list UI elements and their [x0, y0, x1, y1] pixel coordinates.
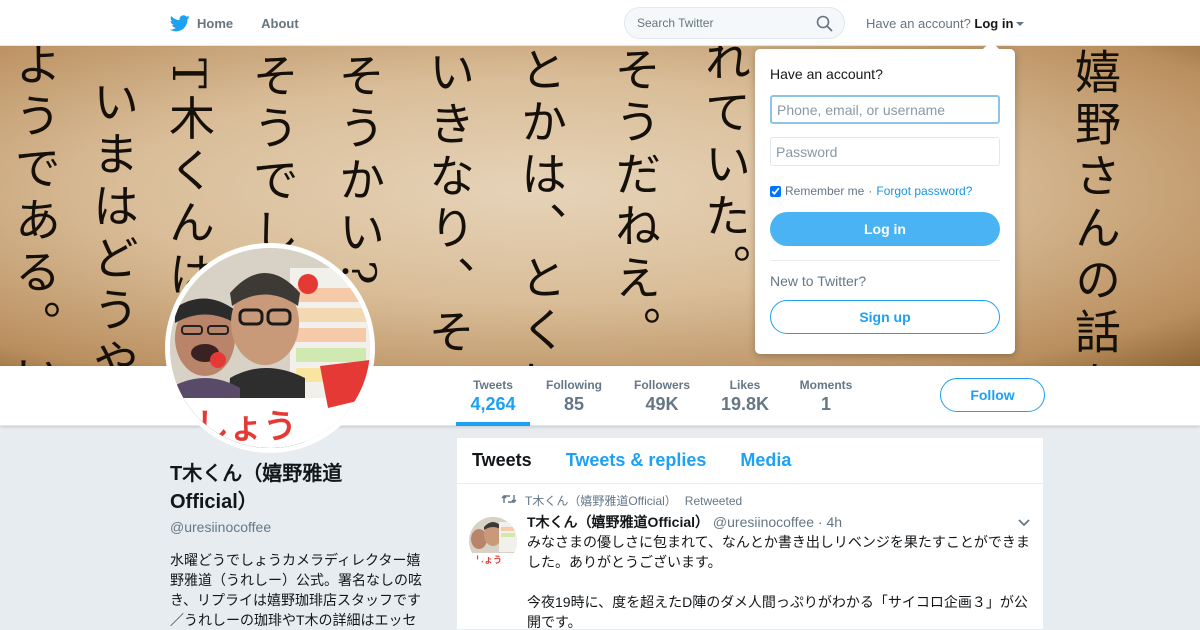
- tab-tweets-replies[interactable]: Tweets & replies: [566, 450, 707, 471]
- login-button[interactable]: Log in: [770, 212, 1000, 246]
- stat-tweets[interactable]: Tweets 4,264: [456, 366, 530, 426]
- have-account-text: Have an account?: [866, 16, 971, 31]
- separator-dot: ·: [868, 184, 873, 198]
- tweet-text: みなさまの優しさに包まれて、なんとか書き出しリベンジを果たすことができました。あ…: [527, 532, 1033, 630]
- search-box: [624, 7, 845, 39]
- banner-text-column: 、いまはどうや: [86, 46, 140, 366]
- tweet-avatar[interactable]: しょう: [469, 517, 517, 565]
- svg-text:しょう: しょう: [475, 555, 502, 565]
- banner-text-column: れていた。: [698, 46, 752, 296]
- remember-me-label: Remember me: [785, 184, 865, 198]
- timeline-tabs: Tweets Tweets & replies Media: [457, 438, 1043, 484]
- nav-home[interactable]: Home: [170, 14, 234, 32]
- profile-name: T木くん（嬉野雅道Official）: [170, 463, 343, 513]
- search-input[interactable]: [625, 8, 805, 38]
- tab-media[interactable]: Media: [740, 450, 791, 471]
- account-login-toggle[interactable]: Have an account? Log in: [866, 16, 1025, 31]
- banner-text-column: そうだねえ。: [608, 46, 662, 358]
- profile-bio: 水曜どうでしょうカメラディレクター嬉野雅道（うれしー）公式。署名なしの呟き、リプ…: [170, 552, 422, 628]
- tweet-timestamp[interactable]: · 4h: [818, 514, 842, 530]
- stat-likes[interactable]: Likes 19.8K: [715, 366, 775, 426]
- banner-text-column: いきなり、その: [422, 48, 476, 366]
- retweet-word: Retweeted: [684, 493, 743, 508]
- tweet-author-name[interactable]: T木くん（嬉野雅道Official）: [527, 514, 709, 530]
- remember-me-checkbox[interactable]: [770, 185, 781, 197]
- username-input[interactable]: [770, 95, 1000, 124]
- tweet-author-handle[interactable]: @uresiinocoffee: [713, 514, 814, 530]
- caret-down-icon: [1016, 22, 1025, 26]
- nav-home-label: Home: [197, 15, 234, 31]
- stat-moments[interactable]: Moments 1: [795, 366, 857, 426]
- top-nav: Home About Have an account? Log in: [0, 0, 1200, 46]
- svg-text:しょう: しょう: [195, 407, 297, 447]
- stat-value: 4,264: [470, 394, 516, 414]
- stat-label: Likes: [729, 378, 761, 392]
- chevron-down-icon[interactable]: [1017, 515, 1031, 533]
- banner-text-column: とかは、とくに: [514, 46, 568, 366]
- stat-value: 1: [820, 394, 831, 414]
- nav-about[interactable]: About: [261, 16, 299, 31]
- retweet-icon: [501, 493, 517, 508]
- retweet-by-name[interactable]: T木くん（嬉野雅道Official）: [525, 492, 677, 509]
- stat-label: Tweets: [473, 378, 513, 392]
- login-dropdown: Have an account? Remember me · Forgot pa…: [755, 41, 1015, 354]
- banner-text-column: 嬉野さんの話を: [1068, 48, 1122, 366]
- stat-following[interactable]: Following 85: [540, 366, 608, 426]
- banner-text-column: そうかい?: [332, 52, 386, 291]
- banner-text-column: ようである。いつ: [8, 46, 62, 366]
- stat-followers[interactable]: Followers 49K: [627, 366, 697, 426]
- banner-text-column: そうでし: [246, 52, 300, 260]
- forgot-password-link[interactable]: Forgot password?: [876, 184, 972, 198]
- tweet-header: T木くん（嬉野雅道Official） @uresiinocoffee · 4h: [527, 512, 842, 532]
- timeline: Tweets Tweets & replies Media T木くん（嬉野雅道O…: [456, 437, 1044, 630]
- signup-button[interactable]: Sign up: [770, 300, 1000, 334]
- stat-label: Followers: [633, 378, 690, 392]
- stat-value: 85: [563, 394, 585, 414]
- password-input[interactable]: [770, 137, 1000, 166]
- avatar-image: しょう: [170, 248, 370, 448]
- nav-about-label: About: [261, 15, 299, 31]
- stat-value: 19.8K: [720, 394, 770, 414]
- profile-avatar[interactable]: しょう: [165, 243, 375, 453]
- divider: [770, 260, 1000, 261]
- nav-left: Home About: [170, 0, 299, 46]
- profile-handle[interactable]: @uresiinocoffee: [170, 519, 271, 535]
- twitter-bird-icon: [170, 14, 190, 32]
- tab-tweets[interactable]: Tweets: [472, 450, 532, 471]
- stat-label: Following: [546, 378, 602, 392]
- login-link[interactable]: Log in: [974, 16, 1013, 31]
- tweet-paragraph: みなさまの優しさに包まれて、なんとか書き出しリベンジを果たすことができました。あ…: [527, 534, 1030, 570]
- remember-me-row: Remember me · Forgot password?: [770, 184, 972, 198]
- search-icon[interactable]: [816, 15, 833, 37]
- stat-value: 49K: [645, 394, 679, 414]
- follow-button[interactable]: Follow: [940, 378, 1045, 412]
- login-title: Have an account?: [770, 66, 883, 82]
- tweet-paragraph: 今夜19時に、度を超えたD陣のダメ人間っぷりがわかる「サイコロ企画３」が公開です…: [527, 594, 1028, 630]
- retweet-context: T木くん（嬉野雅道Official） Retweeted: [501, 492, 742, 509]
- stat-label: Moments: [799, 378, 853, 392]
- new-to-twitter-text: New to Twitter?: [770, 273, 867, 289]
